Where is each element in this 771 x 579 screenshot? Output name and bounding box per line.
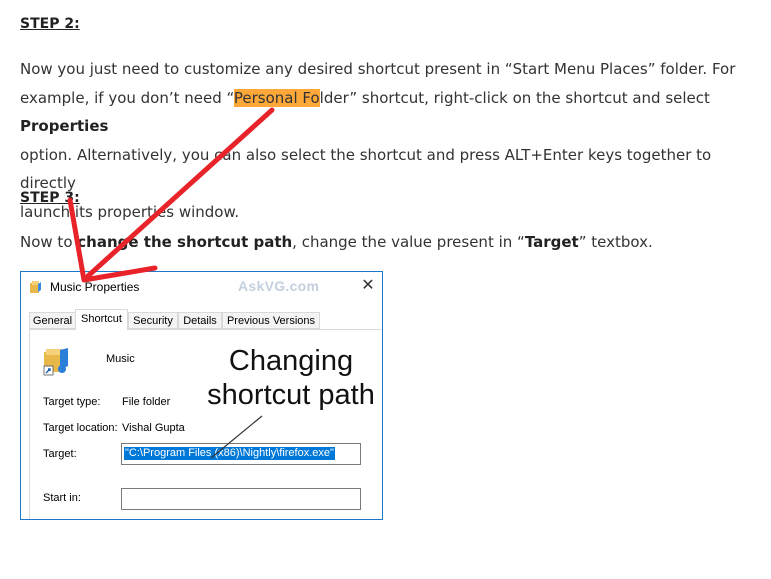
step2-line2: example, if you don’t need “Personal Fol… [20, 84, 755, 141]
target-type-value: File folder [122, 396, 171, 408]
properties-bold: Properties [20, 117, 109, 135]
target-location-label: Target location: [43, 422, 118, 434]
step3-pre: Now to [20, 233, 78, 251]
annotation-line2: shortcut path [207, 379, 375, 411]
step2-line4: launch its properties window. [20, 202, 240, 221]
shortcut-name: Music [106, 353, 135, 365]
music-folder-icon [42, 346, 72, 381]
watermark: AskVG.com [238, 278, 320, 294]
shortcut-folder-icon [29, 280, 43, 299]
tab-details[interactable]: Details [178, 312, 222, 329]
tab-security[interactable]: Security [128, 312, 178, 329]
tab-previous-versions[interactable]: Previous Versions [222, 312, 320, 329]
close-icon[interactable]: ✕ [357, 275, 379, 297]
dialog-title: Music Properties [50, 280, 140, 294]
dialog-titlebar: Music Properties AskVG.com ✕ [21, 272, 382, 301]
step2-line1: Now you just need to customize any desir… [20, 60, 736, 78]
step3-mid: , change the value present in “ [292, 233, 525, 251]
target-field[interactable]: "C:\Program Files (x86)\Nightly\firefox.… [121, 443, 361, 465]
annotation-text: Changing shortcut path [201, 344, 381, 412]
highlighted-text: Personal Fo [233, 88, 320, 107]
target-label: Target: [43, 448, 77, 460]
step2-paragraph: Now you just need to customize any desir… [20, 55, 755, 226]
tab-shortcut[interactable]: Shortcut [75, 309, 128, 330]
step2-line2-pre: example, if you don’t need “ [20, 88, 234, 107]
tab-general[interactable]: General [29, 312, 76, 329]
change-path-bold: change the shortcut path [77, 233, 293, 251]
target-field-value: "C:\Program Files (x86)\Nightly\firefox.… [124, 447, 335, 460]
step3-paragraph: Now to change the shortcut path, change … [20, 228, 755, 257]
annotation-line1: Changing [228, 345, 354, 377]
step3-post: ” textbox. [578, 233, 653, 251]
target-location-value: Vishal Gupta [122, 422, 185, 434]
step2-line2-post: lder” shortcut, right-click on the short… [319, 88, 710, 107]
start-in-label: Start in: [43, 492, 81, 504]
properties-dialog-screenshot: Music Properties AskVG.com ✕ General Sho… [20, 271, 383, 520]
start-in-field[interactable] [121, 488, 361, 510]
step2-heading: STEP 2: [20, 16, 80, 32]
step2-line3: option. Alternatively, you can also sele… [20, 145, 712, 193]
step3-heading: STEP 3: [20, 190, 80, 206]
target-type-label: Target type: [43, 396, 101, 408]
target-bold: Target [524, 233, 579, 251]
